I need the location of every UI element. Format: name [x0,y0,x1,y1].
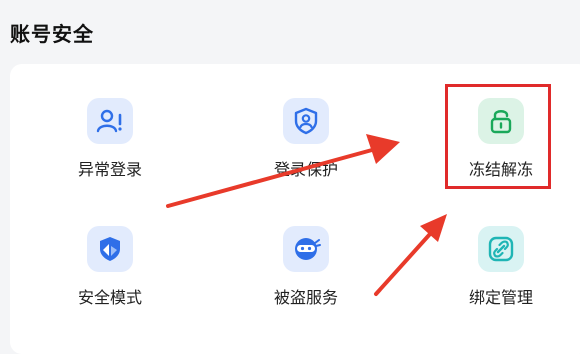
login-protection-item[interactable]: 登录保护 [236,98,376,208]
abnormal-login-item[interactable]: 异常登录 [40,98,180,208]
safe-mode-label: 安全模式 [77,288,142,307]
login-protection-label: 登录保护 [273,160,338,179]
stolen-account-service-label: 被盗服务 [273,288,338,307]
section-title: 账号安全 [10,22,94,46]
abnormal-login-label: 异常登录 [77,160,142,179]
highlight-box [445,84,551,189]
shield-user-icon [283,98,329,144]
ninja-icon [283,226,329,272]
user-alert-icon [87,98,133,144]
shield-mode-icon [87,226,133,272]
binding-management-item[interactable]: 绑定管理 [431,226,571,336]
stolen-account-service-item[interactable]: 被盗服务 [236,226,376,336]
safe-mode-item[interactable]: 安全模式 [40,226,180,336]
link-icon [478,226,524,272]
binding-management-label: 绑定管理 [468,288,533,307]
